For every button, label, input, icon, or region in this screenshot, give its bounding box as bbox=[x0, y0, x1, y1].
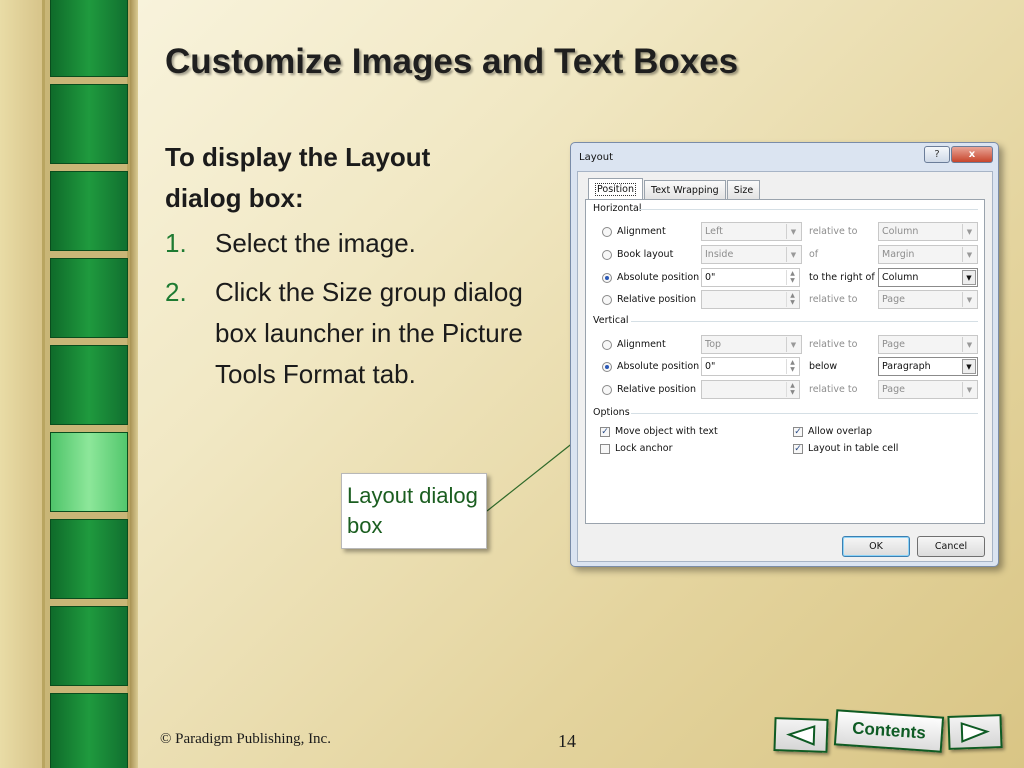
h-alignment-rel-select[interactable]: Column ▼ bbox=[878, 222, 978, 241]
triangle-right-icon bbox=[960, 722, 990, 743]
group-label-vertical: Vertical bbox=[593, 315, 629, 326]
radio-icon bbox=[602, 294, 612, 305]
h-absolute-position-input[interactable]: 0" ▲ ▼ bbox=[701, 268, 800, 287]
tab-bar: Position Text Wrapping Size bbox=[588, 178, 761, 199]
next-slide-button[interactable] bbox=[947, 714, 1003, 750]
spinner-arrows-icon[interactable]: ▲ ▼ bbox=[786, 382, 798, 397]
group-label-options: Options bbox=[593, 407, 630, 418]
help-button[interactable]: ? bbox=[924, 146, 950, 163]
v-absolute-rel-select[interactable]: Paragraph ▼ bbox=[878, 357, 978, 376]
book-layout-rel-select[interactable]: Margin ▼ bbox=[878, 245, 978, 264]
radio-book-layout[interactable]: Book layout bbox=[602, 249, 673, 260]
v-absolute-position-input[interactable]: 0" ▲ ▼ bbox=[701, 357, 800, 376]
radio-v-absolute-position[interactable]: Absolute position bbox=[602, 361, 699, 372]
copyright-text: © Paradigm Publishing, Inc. bbox=[160, 731, 331, 747]
checkbox-layout-in-cell[interactable]: ✓ Layout in table cell bbox=[793, 443, 898, 454]
checkbox-move-object[interactable]: ✓ Move object with text bbox=[600, 426, 718, 437]
contents-button[interactable]: Contents bbox=[833, 709, 945, 753]
checkbox-lock-anchor[interactable]: Lock anchor bbox=[600, 443, 673, 454]
radio-h-relative-position[interactable]: Relative position bbox=[602, 294, 696, 305]
book-layout-select[interactable]: Inside ▼ bbox=[701, 245, 802, 264]
dropdown-arrow-icon: ▼ bbox=[962, 359, 976, 374]
dropdown-arrow-icon: ▼ bbox=[962, 382, 976, 397]
v-alignment-select[interactable]: Top ▼ bbox=[701, 335, 802, 354]
v-absolute-rel-label: below bbox=[809, 361, 838, 372]
group-label-horizontal: Horizontal bbox=[593, 203, 642, 214]
dropdown-arrow-icon: ▼ bbox=[962, 224, 976, 239]
check-icon: ✓ bbox=[793, 426, 803, 437]
radio-h-alignment[interactable]: Alignment bbox=[602, 226, 666, 237]
dropdown-arrow-icon: ▼ bbox=[786, 224, 800, 239]
ok-button[interactable]: OK bbox=[842, 536, 910, 557]
v-alignment-rel-select[interactable]: Page ▼ bbox=[878, 335, 978, 354]
cancel-button[interactable]: Cancel bbox=[917, 536, 985, 557]
radio-icon bbox=[602, 249, 612, 260]
tab-size[interactable]: Size bbox=[726, 180, 761, 199]
h-absolute-rel-label: to the right of bbox=[809, 272, 875, 283]
h-alignment-select[interactable]: Left ▼ bbox=[701, 222, 802, 241]
v-relative-rel-select[interactable]: Page ▼ bbox=[878, 380, 978, 399]
radio-icon bbox=[602, 226, 612, 237]
dropdown-arrow-icon: ▼ bbox=[786, 247, 800, 262]
h-alignment-rel-label: relative to bbox=[809, 226, 858, 237]
tab-text-wrapping[interactable]: Text Wrapping bbox=[644, 180, 726, 199]
h-relative-position-input[interactable]: ▲ ▼ bbox=[701, 290, 800, 309]
h-relative-rel-label: relative to bbox=[809, 294, 858, 305]
dialog-title: Layout bbox=[579, 152, 613, 163]
divider bbox=[631, 321, 978, 322]
radio-v-alignment[interactable]: Alignment bbox=[602, 339, 666, 350]
book-layout-rel-label: of bbox=[809, 249, 819, 260]
dropdown-arrow-icon: ▼ bbox=[962, 247, 976, 262]
checkbox-empty-icon bbox=[600, 443, 610, 454]
v-alignment-rel-label: relative to bbox=[809, 339, 858, 350]
radio-v-relative-position[interactable]: Relative position bbox=[602, 384, 696, 395]
checkbox-allow-overlap[interactable]: ✓ Allow overlap bbox=[793, 426, 872, 437]
check-icon: ✓ bbox=[793, 443, 803, 454]
previous-slide-button[interactable] bbox=[773, 717, 829, 753]
close-button[interactable]: x bbox=[951, 146, 993, 163]
dropdown-arrow-icon: ▼ bbox=[962, 270, 976, 285]
spinner-arrows-icon[interactable]: ▲ ▼ bbox=[786, 292, 798, 307]
v-relative-rel-label: relative to bbox=[809, 384, 858, 395]
triangle-left-icon bbox=[786, 725, 816, 746]
radio-selected-icon bbox=[602, 272, 612, 283]
dropdown-arrow-icon: ▼ bbox=[962, 292, 976, 307]
dropdown-arrow-icon: ▼ bbox=[962, 337, 976, 352]
page-number: 14 bbox=[558, 731, 576, 751]
tab-position[interactable]: Position bbox=[588, 178, 643, 199]
layout-dialog: Layout ? x Position Text Wrapping Size H… bbox=[570, 142, 999, 567]
dialog-body: Position Text Wrapping Size Horizontal A… bbox=[577, 171, 993, 562]
radio-h-absolute-position[interactable]: Absolute position bbox=[602, 272, 699, 283]
callout-box: Layout dialog box bbox=[341, 473, 487, 549]
divider bbox=[638, 209, 978, 210]
spinner-arrows-icon[interactable]: ▲ ▼ bbox=[786, 270, 798, 285]
spinner-arrows-icon[interactable]: ▲ ▼ bbox=[786, 359, 798, 374]
v-relative-position-input[interactable]: ▲ ▼ bbox=[701, 380, 800, 399]
h-absolute-rel-select[interactable]: Column ▼ bbox=[878, 268, 978, 287]
dropdown-arrow-icon: ▼ bbox=[786, 337, 800, 352]
divider bbox=[631, 413, 978, 414]
radio-icon bbox=[602, 384, 612, 395]
position-panel: Horizontal Alignment Left ▼ relative to C… bbox=[585, 199, 985, 524]
radio-selected-icon bbox=[602, 361, 612, 372]
check-icon: ✓ bbox=[600, 426, 610, 437]
h-relative-rel-select[interactable]: Page ▼ bbox=[878, 290, 978, 309]
radio-icon bbox=[602, 339, 612, 350]
